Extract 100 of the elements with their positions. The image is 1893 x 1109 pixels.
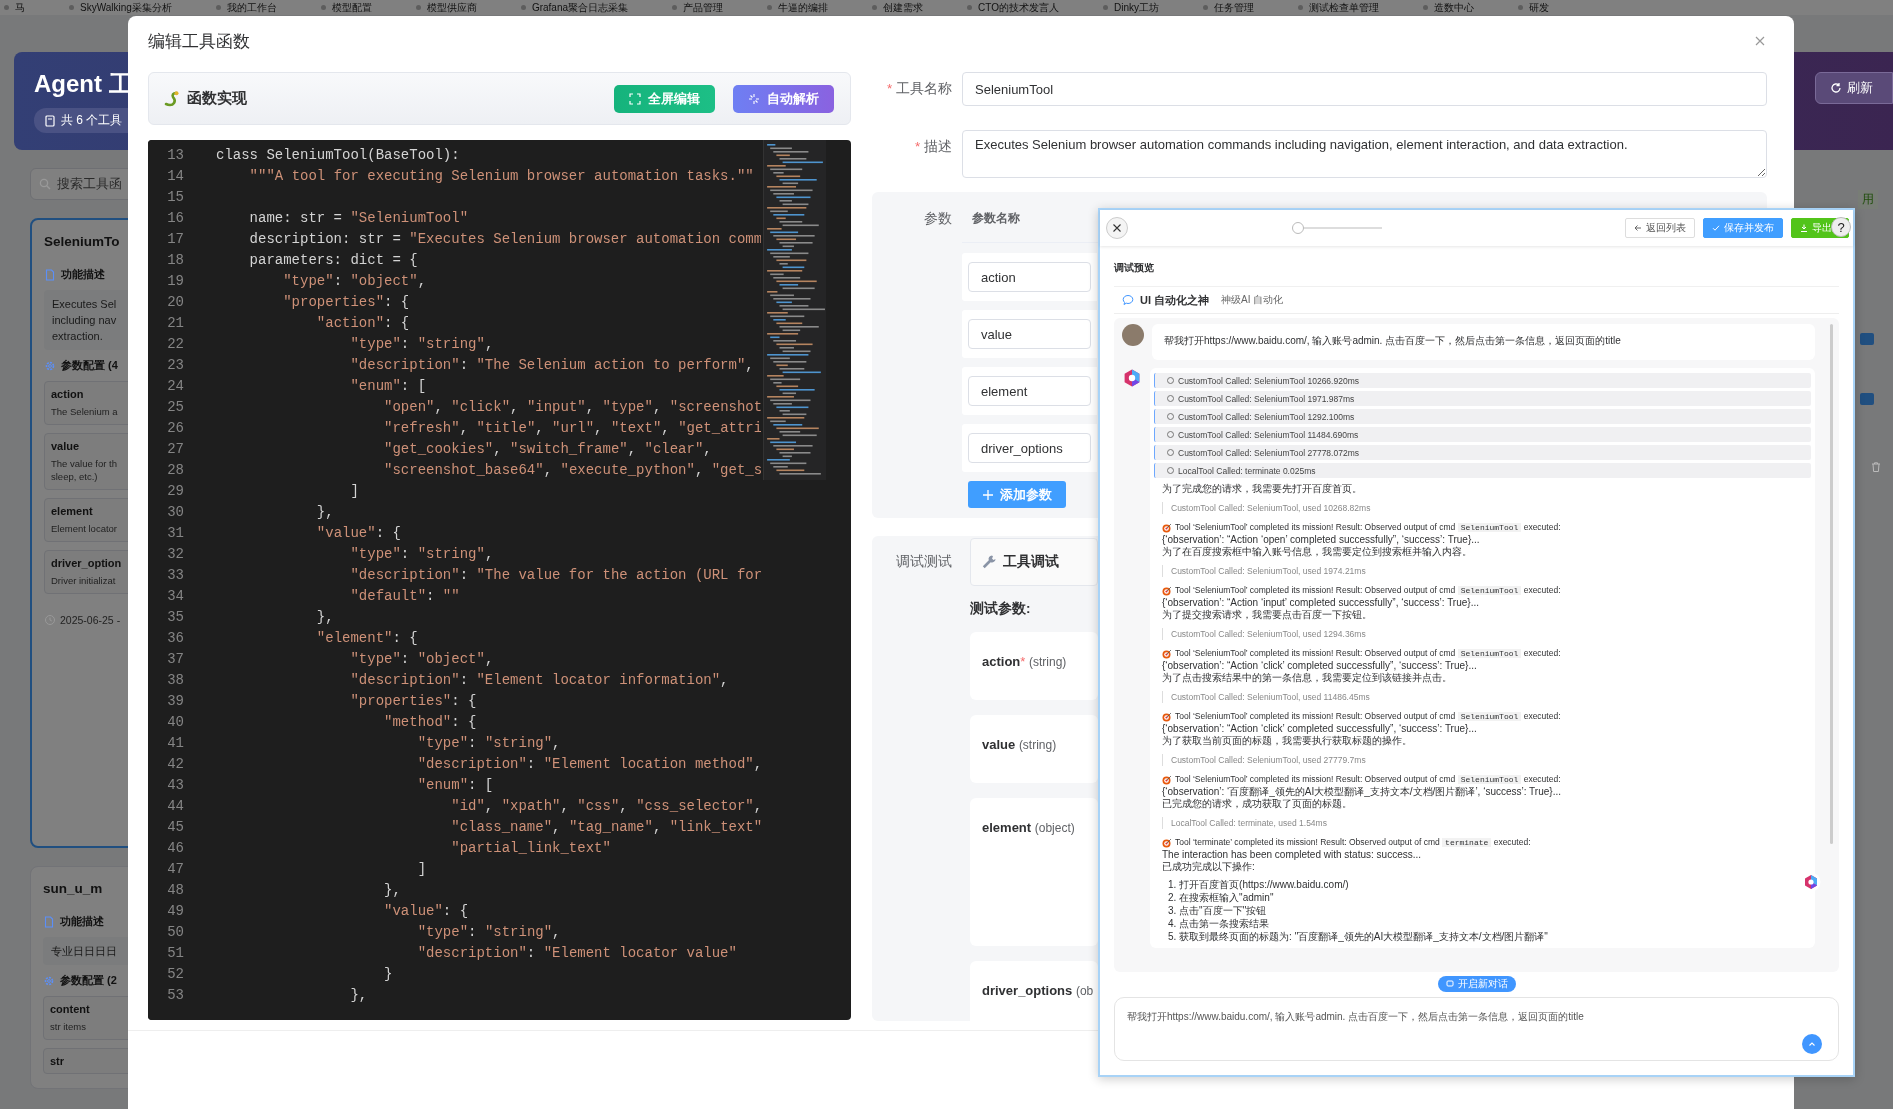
line-number: 16: [166, 209, 184, 226]
code-line: "type": "string",: [349, 335, 494, 352]
close-icon[interactable]: [1754, 35, 1766, 47]
section-label: 功能描述: [60, 914, 104, 929]
nav-tab[interactable]: 测试检查单管理: [1297, 0, 1379, 15]
dartboard-icon: [1162, 585, 1172, 596]
line-number: 51: [166, 944, 184, 961]
tool-call-row[interactable]: CustomTool Called: SeleniumTool 27778.072ms: [1154, 445, 1811, 460]
line-number: 18: [166, 251, 184, 268]
close-icon: [1112, 223, 1122, 233]
code-minimap[interactable]: [763, 140, 826, 480]
code-line: description: str = "Executes Selenium browser automation comm: [248, 230, 761, 247]
code-line: "default": "": [349, 587, 460, 604]
section-title: 调试预览: [1114, 261, 1154, 275]
code-line: "partial_link_text": [450, 839, 611, 856]
nav-tab[interactable]: 牛逼的编排: [767, 0, 828, 15]
tool-card[interactable]: SeleniumTo 功能描述 Executes Sel including nav extraction. 参数配置 (4 action The Selenium a value The value for th sleep, etc.) element Element locator driver_option Driver initializat 2025-06-25 -: [30, 218, 128, 848]
nav-tab[interactable]: 创建需求: [872, 0, 923, 15]
tool-call-row[interactable]: CustomTool Called: SeleniumTool 1971.987ms: [1154, 391, 1811, 406]
nav-tab[interactable]: 我的工作台: [215, 0, 277, 15]
message-input[interactable]: 帮我打开https://www.baidu.com/, 输入账号admin. 点击百度一下，然后点击第一条信息，返回页面的title: [1114, 997, 1839, 1061]
nav-tab[interactable]: 产品管理: [672, 0, 723, 15]
dartboard-icon: [1162, 711, 1172, 722]
tool-call-row[interactable]: CustomTool Called: SeleniumTool 10266.920ms: [1154, 373, 1811, 388]
parameter-name: action: [51, 388, 85, 400]
fullscreen-button[interactable]: 全屏编辑: [614, 84, 715, 113]
parameter-name: str: [50, 1055, 66, 1067]
scrollbar[interactable]: [1830, 324, 1833, 844]
nav-tab[interactable]: 研发: [1517, 0, 1549, 15]
plus-icon: [982, 488, 994, 501]
status-text: 用: [1858, 190, 1878, 209]
code-line: "open", "click", "input", "type", "screenshot: [383, 398, 761, 415]
code-line: "element": {: [315, 629, 418, 646]
parse-button[interactable]: 自动解析: [733, 84, 834, 113]
tool-call-row[interactable]: LocalTool Called: terminate 0.025ms: [1154, 463, 1811, 478]
section-label: 参数配置 (2: [60, 973, 117, 988]
refresh-button[interactable]: 刷新: [1815, 72, 1893, 104]
line-number: 14: [166, 167, 184, 184]
trash-icon[interactable]: [1870, 461, 1882, 473]
nav-tab[interactable]: 模型配置: [320, 0, 372, 15]
snake-icon: [163, 89, 181, 108]
code-line: "action": {: [315, 314, 410, 331]
line-number: 37: [166, 650, 184, 667]
result-text: Tool ‘SeleniumTool’ completed its mission! Result: Observed output of cmd SeleniumTool executed:: [1175, 647, 1561, 660]
tool-name-field[interactable]: SeleniumTool: [962, 72, 1767, 106]
tool-call-row[interactable]: CustomTool Called: SeleniumTool 1292.100ms: [1154, 409, 1811, 424]
parameter-name-field[interactable]: element: [968, 376, 1091, 406]
assistant-name: UI 自动化之神: [1140, 292, 1210, 308]
new-chat-button[interactable]: 开启新对话: [1437, 976, 1516, 992]
book-icon: [44, 114, 56, 127]
parameter-name-field[interactable]: driver_options: [968, 433, 1091, 463]
nav-tab[interactable]: Dinky工坊: [1102, 0, 1159, 15]
nav-tab[interactable]: 模型供应商: [415, 0, 477, 15]
slider-handle[interactable]: [1291, 222, 1304, 234]
tool-call-note: CustomTool Called: SeleniumTool, used 10268.82ms: [1162, 502, 1811, 514]
panel-title: 函数实现: [187, 89, 247, 108]
card-title: 工具调试: [1003, 553, 1059, 571]
nav-tab[interactable]: 造数中心: [1422, 0, 1474, 15]
add-parameter-button[interactable]: 添加参数: [968, 481, 1066, 508]
dartboard-icon: [1162, 774, 1172, 785]
line-number: 41: [166, 734, 184, 751]
field-label: * 工具名称: [885, 80, 952, 98]
nav-tab[interactable]: SkyWalking采集分析: [69, 0, 172, 15]
tool-name: SeleniumTo: [44, 234, 121, 249]
code-line: ]: [349, 482, 359, 499]
send-button[interactable]: [1802, 1034, 1822, 1054]
parameter-name-field[interactable]: value: [968, 319, 1091, 349]
tool-description: 专业日日日日: [43, 937, 128, 965]
parameter-name-field[interactable]: action: [968, 262, 1091, 292]
close-button[interactable]: [1106, 217, 1128, 239]
tool-call-note: CustomTool Called: SeleniumTool, used 27779.7ms: [1162, 754, 1811, 766]
message-text: 已成功完成以下操作:: [1162, 861, 1256, 873]
code-line: "value": {: [315, 524, 401, 541]
line-number: 38: [166, 671, 184, 688]
tool-card[interactable]: sun_u_m 功能描述 专业日日日日 参数配置 (2 content str items str: [30, 866, 128, 1089]
description-field[interactable]: Executes Selenium browser automation commands including navigation, element interaction, and data extraction.: [962, 130, 1767, 178]
nav-tab[interactable]: 马: [4, 0, 25, 15]
search-field[interactable]: 搜索工具函: [30, 168, 128, 200]
tool-call-note: CustomTool Called: SeleniumTool, used 11486.45ms: [1162, 691, 1811, 703]
publish-button[interactable]: 保存并发布: [1703, 218, 1783, 238]
nav-tab[interactable]: 任务管理: [1202, 0, 1254, 15]
edit-button[interactable]: [1860, 393, 1874, 405]
result-text: Tool ‘SeleniumTool’ completed its mission! Result: Observed output of cmd SeleniumTool executed:: [1175, 584, 1561, 597]
tool-call-row[interactable]: CustomTool Called: SeleniumTool 11484.690ms: [1154, 427, 1811, 442]
edit-button[interactable]: [1860, 333, 1874, 345]
nav-tab[interactable]: Grafana聚合日志采集: [520, 0, 628, 15]
back-button[interactable]: 返回列表: [1625, 218, 1695, 238]
code-line: class SeleniumTool(BaseTool):: [216, 146, 460, 163]
line-number: 30: [166, 503, 184, 520]
code-line: name: str = "SeleniumTool": [248, 209, 469, 226]
tool-call-note: LocalTool Called: terminate, used 1.54ms: [1162, 817, 1811, 829]
code-line: ]: [416, 860, 427, 877]
code-editor[interactable]: [148, 140, 851, 1020]
help-button[interactable]: ?: [1831, 217, 1851, 237]
parameter-label: value (string): [982, 737, 1057, 752]
line-number: 46: [166, 839, 184, 856]
section-label: 参数配置 (4: [61, 358, 118, 373]
nav-tab[interactable]: CTO的技术发言人: [967, 0, 1059, 15]
tool-count: 共 6 个工具: [61, 112, 123, 129]
assistant-subtitle: 神级AI 自动化: [1221, 293, 1284, 307]
